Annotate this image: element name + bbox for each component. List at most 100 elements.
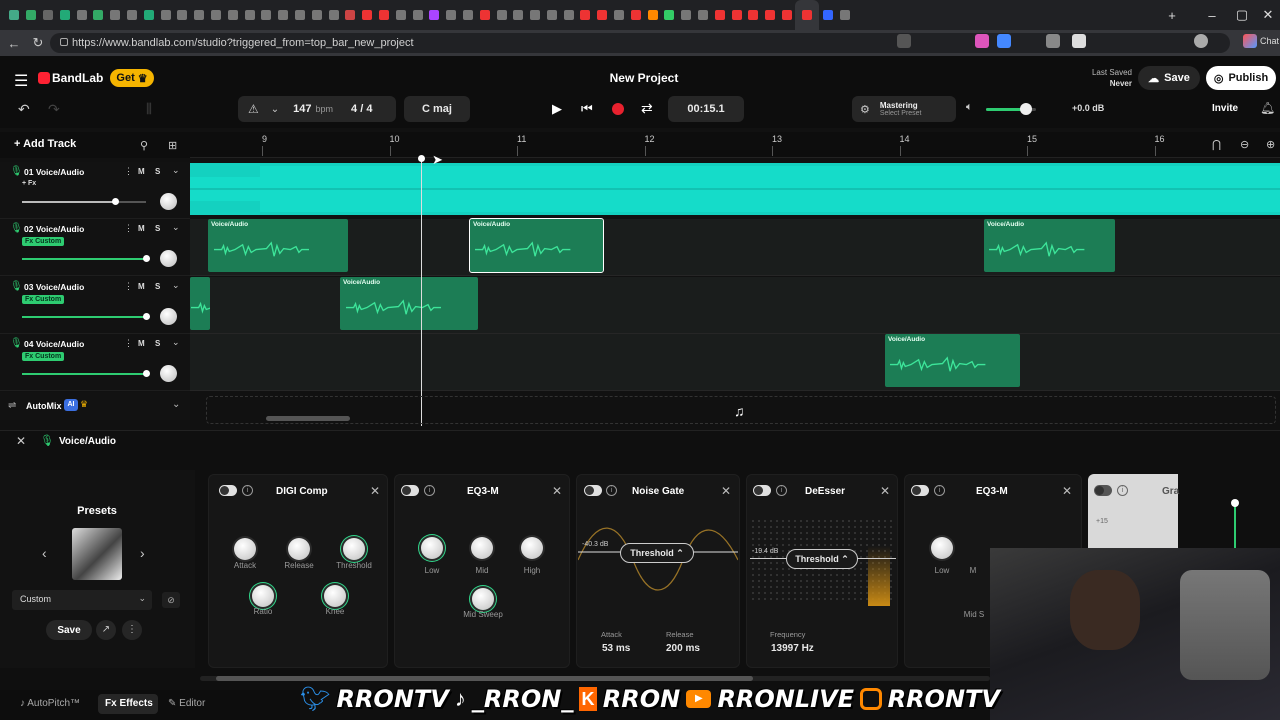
browser-tab[interactable] [611,0,628,30]
master-volume-thumb[interactable] [1020,103,1032,115]
low-knob[interactable] [421,537,443,559]
new-tab-icon[interactable]: + [1156,0,1188,30]
browser-tab[interactable] [124,0,141,30]
project-title[interactable]: New Project [560,71,728,85]
invite-button[interactable]: Invite [1212,103,1238,114]
digicomp-toggle[interactable] [219,485,237,496]
chevron-down-icon[interactable]: ⌄ [172,399,180,410]
redo-icon[interactable]: ↷ [48,101,60,118]
browser-tab[interactable] [140,0,157,30]
fx-badge[interactable]: Fx Custom [22,352,65,361]
browser-tab[interactable] [308,0,325,30]
chat-label[interactable]: Chat [1260,36,1279,46]
undo-icon[interactable]: ↶ [18,101,30,118]
audio-clip[interactable]: Voice/Audio [469,218,604,273]
info-icon[interactable]: i [242,485,253,496]
track-name[interactable]: 02 Voice/Audio [24,224,84,234]
browser-tab[interactable] [728,0,745,30]
chevron-down-icon[interactable]: ⌄ [172,280,180,291]
minimize-icon[interactable]: – [1196,0,1228,30]
mastering-selector[interactable]: ⚙ Mastering Select Preset [852,96,956,122]
browser-tab[interactable] [392,0,409,30]
tab-editor[interactable]: ✎ Editor [168,698,205,709]
metronome-icon[interactable]: ⚠ [248,102,259,116]
track-name[interactable]: 01 Voice/Audio [24,167,84,177]
key-selector[interactable]: C maj [404,96,470,122]
chevron-down-icon[interactable]: ⌄ [172,165,180,176]
play-icon[interactable]: ▶ [552,101,562,117]
noise-gate-toggle[interactable] [584,485,602,496]
browser-tab[interactable] [476,0,493,30]
solo-button[interactable]: S [155,282,160,291]
browser-tab[interactable] [241,0,258,30]
browser-tab[interactable] [560,0,577,30]
playhead-handle[interactable] [418,155,425,162]
track-name[interactable]: 04 Voice/Audio [24,339,84,349]
mute-button[interactable]: M [138,167,145,176]
pan-knob[interactable] [160,365,177,382]
browser-tab[interactable] [544,0,561,30]
browser-tab[interactable] [779,0,796,30]
automix-label[interactable]: AutoMix [26,401,62,411]
deesser-toggle[interactable] [753,485,771,496]
reload-icon[interactable]: ↻ [26,31,50,55]
eq3m-toggle[interactable] [911,485,929,496]
browser-tab[interactable] [836,0,853,30]
chevron-left-icon[interactable]: ‹ [42,545,47,561]
pan-knob[interactable] [160,308,177,325]
browser-tab[interactable] [644,0,661,30]
eq3m-toggle[interactable] [401,485,419,496]
add-music-icon[interactable]: ♫ [734,403,745,419]
chat-icon[interactable] [1243,34,1257,48]
browser-tab[interactable] [224,0,241,30]
track-settings-icon[interactable]: ⊞ [168,139,177,152]
save-preset-button[interactable]: Save [46,620,92,640]
track-header[interactable]: 🎙︎ 04 Voice/Audio ⋮ M S ⌄ Fx Custom [0,334,190,391]
knee-knob[interactable] [324,585,346,607]
pan-knob[interactable] [160,250,177,267]
audio-clip[interactable]: Voice/Audio [984,219,1115,272]
browser-tab[interactable] [40,0,57,30]
browser-tab[interactable] [577,0,594,30]
record-icon[interactable] [612,103,624,115]
more-icon[interactable]: ⋮ [124,338,133,349]
audio-clip[interactable] [190,277,210,330]
track-volume-slider[interactable] [22,201,146,203]
attack-knob[interactable] [234,538,256,560]
browser-tab[interactable] [208,0,225,30]
release-value[interactable]: 200 ms [666,643,700,654]
close-icon[interactable]: ✕ [721,484,731,498]
browser-tab[interactable] [819,0,836,30]
info-icon[interactable]: i [606,485,617,496]
profile-avatar[interactable] [1194,34,1208,48]
browser-tab[interactable] [527,0,544,30]
loop-icon[interactable]: ⇄ [641,100,653,117]
browser-tab[interactable] [443,0,460,30]
browser-tab[interactable] [342,0,359,30]
browser-tab[interactable] [191,0,208,30]
mute-button[interactable]: M [138,224,145,233]
track-lane[interactable] [190,334,1280,391]
chevron-down-icon[interactable]: ⌄ [172,337,180,348]
chevron-down-icon[interactable]: ⌄ [172,222,180,233]
bpm-value[interactable]: 147 [293,103,311,115]
track-volume-slider[interactable] [22,258,146,260]
track-header[interactable]: 🎙︎ 01 Voice/Audio ⋮ M S ⌄ + Fx [0,162,190,219]
track-header[interactable]: 🎙︎ 02 Voice/Audio ⋮ M S ⌄ Fx Custom [0,219,190,276]
browser-tab[interactable] [90,0,107,30]
get-membership-button[interactable]: Get ♛ [110,69,154,87]
browser-tab[interactable] [6,0,23,30]
disable-fx-icon[interactable]: ⊘ [162,592,180,608]
solo-button[interactable]: S [155,224,160,233]
track-volume-slider[interactable] [22,373,146,375]
fx-badge[interactable]: Fx Custom [22,295,65,304]
back-icon[interactable]: ← [2,31,26,55]
bell-icon[interactable]: 🔔︎ [1260,101,1275,115]
track-name[interactable]: 03 Voice/Audio [24,282,84,292]
solo-button[interactable]: S [155,339,160,348]
browser-tab[interactable] [711,0,728,30]
timeline-ruler[interactable]: 9 10 11 12 13 14 15 16 [190,132,1280,158]
chevron-right-icon[interactable]: › [140,545,145,561]
graphic-eq-toggle[interactable] [1094,485,1112,496]
browser-tab[interactable] [56,0,73,30]
